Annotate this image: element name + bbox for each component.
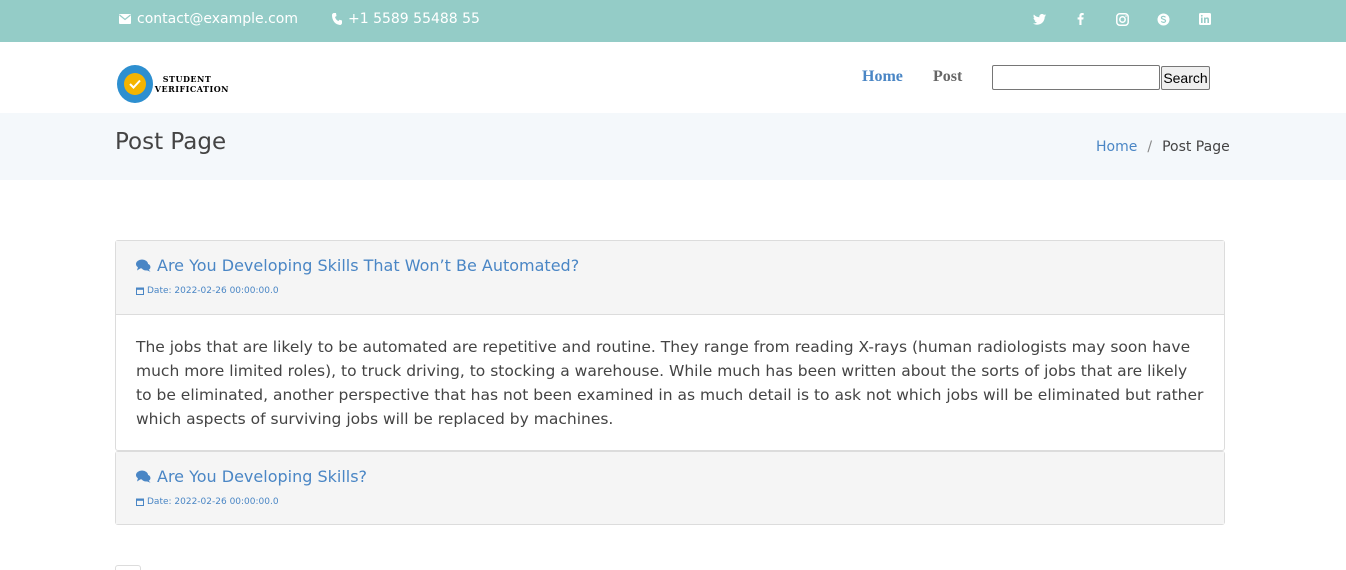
linkedin-icon[interactable] [1198, 12, 1212, 26]
page-title: Post Page [115, 129, 227, 155]
phone-text: +1 5589 55488 55 [348, 11, 480, 27]
search-button[interactable]: Search [1161, 66, 1210, 90]
logo-text: STUDENT VERIFICATION [154, 74, 229, 94]
phone-icon [332, 13, 342, 25]
calendar-icon [136, 498, 144, 506]
breadcrumb-separator: / [1147, 139, 1153, 155]
post-date: Date: 2022-02-26 00:00:00.0 [136, 286, 1204, 296]
phone-contact[interactable]: +1 5589 55488 55 [332, 11, 480, 27]
facebook-icon[interactable] [1074, 12, 1088, 26]
envelope-icon [119, 14, 131, 24]
header: STUDENT VERIFICATION Home Post Search [0, 42, 1346, 113]
post-body: The jobs that are likely to be automated… [116, 314, 1224, 451]
logo[interactable]: STUDENT VERIFICATION [117, 64, 229, 104]
email-text: contact@example.com [137, 11, 298, 27]
email-contact[interactable]: contact@example.com [119, 11, 298, 27]
post-title-link[interactable]: Are You Developing Skills That Won’t Be … [136, 256, 1204, 275]
post-card: Are You Developing Skills That Won’t Be … [115, 240, 1225, 451]
skype-icon[interactable] [1157, 12, 1171, 26]
search-input[interactable] [992, 65, 1160, 90]
breadcrumb-home-link[interactable]: Home [1096, 139, 1137, 155]
pagination[interactable] [115, 565, 141, 570]
social-links [1032, 12, 1240, 26]
instagram-icon[interactable] [1115, 12, 1129, 26]
post-header: Are You Developing Skills That Won’t Be … [116, 241, 1224, 314]
nav-post-link[interactable]: Post [933, 68, 962, 86]
post-title-link[interactable]: Are You Developing Skills? [136, 467, 1204, 486]
post-date: Date: 2022-02-26 00:00:00.0 [136, 497, 1204, 507]
logo-badge-icon [117, 65, 153, 103]
breadcrumb: Home / Post Page [1096, 139, 1230, 155]
top-bar: contact@example.com +1 5589 55488 55 [0, 0, 1346, 42]
nav-home-link[interactable]: Home [862, 68, 903, 86]
twitter-icon[interactable] [1032, 12, 1046, 26]
calendar-icon [136, 287, 144, 295]
page-title-bar: Post Page Home / Post Page [0, 113, 1346, 180]
post-card: Are You Developing Skills? Date: 2022-02… [115, 451, 1225, 525]
breadcrumb-current: Post Page [1162, 139, 1230, 155]
comments-icon [136, 470, 151, 483]
contact-info: contact@example.com +1 5589 55488 55 [119, 11, 514, 27]
comments-icon [136, 259, 151, 272]
post-header: Are You Developing Skills? Date: 2022-02… [116, 452, 1224, 524]
